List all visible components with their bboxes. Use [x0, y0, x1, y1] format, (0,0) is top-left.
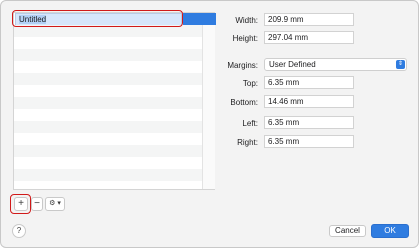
list-item	[14, 109, 202, 121]
list-item	[14, 121, 202, 133]
list-item	[14, 169, 202, 181]
remove-button[interactable]: −	[31, 197, 43, 211]
bottom-margin-field[interactable]: 14.46 mm	[264, 95, 354, 108]
list-item	[14, 181, 202, 189]
list-item	[14, 85, 202, 97]
list-item	[14, 133, 202, 145]
right-margin-field[interactable]: 6.35 mm	[264, 135, 354, 148]
list-item	[14, 73, 202, 85]
minus-icon: −	[34, 198, 40, 209]
cancel-button[interactable]: Cancel	[329, 225, 366, 237]
margins-popup[interactable]: User Defined ⇕	[264, 58, 407, 71]
gear-icon: ⚙ ▾	[49, 200, 61, 207]
list-item	[14, 37, 202, 49]
list-item	[14, 49, 202, 61]
custom-paper-size-dialog: Untitled + − ⚙ ▾ Width: 209.9 mm Height:	[0, 0, 419, 248]
ok-button[interactable]: OK	[371, 224, 409, 238]
left-margin-field[interactable]: 6.35 mm	[264, 116, 354, 129]
list-item	[14, 97, 202, 109]
name-field-highlight-ring	[12, 10, 183, 27]
paper-size-list-rows: Untitled	[14, 13, 202, 189]
paper-size-list[interactable]: Untitled	[13, 12, 216, 190]
actions-menu-button[interactable]: ⚙ ▾	[45, 197, 65, 211]
height-label: Height:	[232, 34, 258, 43]
width-label: Width:	[235, 16, 258, 25]
list-item	[14, 61, 202, 73]
right-margin-label: Right:	[237, 138, 258, 147]
left-margin-label: Left:	[242, 119, 258, 128]
margins-label: Margins:	[227, 61, 258, 70]
help-button[interactable]: ?	[12, 224, 26, 238]
list-item	[14, 157, 202, 169]
top-margin-field[interactable]: 6.35 mm	[264, 76, 354, 89]
chevron-updown-icon: ⇕	[396, 60, 405, 69]
top-margin-label: Top:	[242, 79, 258, 88]
list-item	[14, 145, 202, 157]
margins-popup-value: User Defined	[269, 60, 316, 69]
add-button-highlight-ring	[10, 194, 31, 214]
question-mark-icon: ?	[16, 226, 22, 235]
bottom-margin-label: Bottom:	[230, 98, 258, 107]
height-field[interactable]: 297.04 mm	[264, 31, 354, 44]
width-field[interactable]: 209.9 mm	[264, 13, 354, 26]
